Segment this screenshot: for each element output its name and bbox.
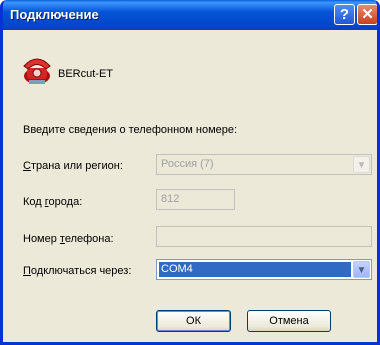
country-label-mnemonic: С: [23, 160, 31, 172]
connection-name: BERcut-ET: [58, 68, 114, 80]
window-title: Подключение: [10, 7, 99, 22]
ok-button[interactable]: ОК: [156, 310, 231, 332]
close-button[interactable]: ✕: [357, 4, 377, 25]
phone-number-label-a: Номер: [23, 233, 60, 245]
connect-using-select[interactable]: COM4 ▼: [156, 259, 372, 280]
country-label-text: трана или регион:: [30, 160, 123, 172]
help-button[interactable]: ?: [334, 4, 355, 25]
connect-using-value: COM4: [159, 262, 351, 277]
dialog-body: BERcut-ET Введите сведения о телефонном …: [3, 30, 377, 342]
phone-number-field: [156, 226, 372, 247]
intro-text: Введите сведения о телефонном номере:: [23, 124, 238, 136]
connect-using-label: Подключаться через:: [23, 265, 131, 277]
area-code-label-a: Код: [23, 196, 45, 208]
connect-using-label-mnemonic: П: [23, 265, 31, 277]
country-label: Страна или регион:: [23, 160, 123, 172]
area-code-label: Код города:: [23, 196, 82, 208]
chevron-down-icon: ▼: [353, 156, 370, 173]
area-code-label-text: орода:: [48, 196, 83, 208]
phone-icon: [23, 58, 51, 84]
area-code-field: 812: [156, 189, 235, 210]
connection-dialog: Подключение ? ✕ BERcut-ET Введите сведен…: [0, 0, 380, 345]
country-value: Россия (7): [161, 158, 214, 170]
cancel-button[interactable]: Отмена: [247, 310, 331, 332]
chevron-down-icon[interactable]: ▼: [353, 261, 370, 278]
connect-using-label-text: одключаться через:: [30, 265, 132, 277]
phone-number-label: Номер телефона:: [23, 233, 114, 245]
country-select: Россия (7) ▼: [156, 154, 372, 175]
phone-number-label-text: елефона:: [64, 233, 114, 245]
title-bar[interactable]: Подключение ? ✕: [3, 0, 377, 30]
